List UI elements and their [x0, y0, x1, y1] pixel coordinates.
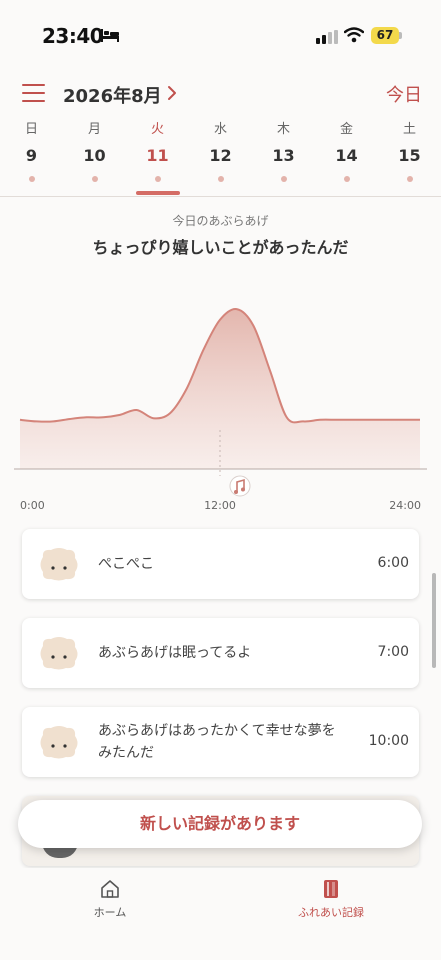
record-dot: [406, 176, 413, 182]
aburaage-avatar-icon: [40, 726, 78, 759]
bed-icon: [101, 29, 119, 42]
weekday-label: 金: [339, 122, 353, 137]
weekday-label: 月: [87, 122, 101, 137]
weekday-label: 火: [150, 122, 164, 137]
mood-chart: 0:00 12:00 24:00: [14, 307, 427, 512]
signal-icon: [316, 30, 338, 44]
today-button[interactable]: 今日: [386, 81, 422, 107]
battery-level: 67: [371, 27, 399, 44]
aburaage-avatar-icon: [40, 548, 78, 581]
tab-records-label: ふれあい記録: [298, 906, 364, 919]
record-time: 6:00: [377, 555, 409, 571]
day-tue[interactable]: 火 11: [126, 118, 189, 182]
battery-cap: [399, 32, 402, 39]
tab-bar: [0, 868, 441, 960]
day-sun[interactable]: 日 9: [0, 118, 63, 182]
record-dot: [217, 176, 224, 182]
date-number: 10: [83, 146, 106, 165]
chart-caption: 今日のあぶらあげ: [172, 214, 269, 228]
tab-records[interactable]: ふれあい記録: [290, 878, 372, 920]
record-dot: [91, 176, 98, 182]
chart-heading: ちょっぴり嬉しいことがあったんだ: [92, 238, 349, 257]
selected-day-indicator: [136, 191, 180, 195]
status-time: 23:40: [42, 24, 104, 48]
record-dot: [28, 176, 35, 182]
day-fri[interactable]: 金 14: [315, 118, 378, 182]
weekday-label: 水: [213, 122, 227, 137]
date-number: 15: [398, 146, 421, 165]
record-text: あぶらあげはあったかくて幸せな夢を みたんだ: [98, 723, 336, 761]
record-card[interactable]: あぶらあげはあったかくて幸せな夢を みたんだ 10:00: [22, 707, 419, 777]
day-sat[interactable]: 土 15: [378, 118, 441, 182]
scrollbar-thumb[interactable]: [432, 573, 436, 668]
menu-icon[interactable]: [22, 84, 46, 102]
date-number: 11: [146, 146, 169, 165]
record-time: 7:00: [377, 644, 409, 660]
chevron-right-icon[interactable]: [165, 84, 179, 102]
weekday-label: 土: [402, 122, 416, 137]
record-dot: [343, 176, 350, 182]
aburaage-avatar-icon: [40, 637, 78, 670]
weekday-label: 日: [24, 122, 38, 137]
date-number: 12: [209, 146, 232, 165]
day-mon[interactable]: 月 10: [63, 118, 126, 182]
record-card[interactable]: あぶらあげは眠ってるよ 7:00: [22, 618, 419, 688]
record-dot: [280, 176, 287, 182]
record-text: あぶらあげは眠ってるよ: [98, 645, 252, 661]
date-number: 14: [335, 146, 358, 165]
record-card[interactable]: ぺこぺこ 6:00: [22, 529, 419, 599]
record-dot: [154, 176, 161, 182]
wifi-icon: [344, 27, 364, 43]
week-strip: 日 9 月 10 火 11 水 12 木 13 金 14 土 15: [0, 118, 441, 197]
home-icon: [101, 880, 119, 898]
weekday-label: 木: [276, 122, 290, 137]
chart-area: [20, 308, 420, 469]
notebook-icon: [324, 880, 338, 898]
record-text: ぺこぺこ: [98, 556, 154, 572]
x-tick-label: 0:00: [20, 499, 45, 512]
tab-home[interactable]: ホーム: [82, 878, 138, 920]
x-tick-label: 24:00: [389, 499, 421, 512]
day-wed[interactable]: 水 12: [189, 118, 252, 182]
new-records-button[interactable]: 新しい記録があります: [18, 800, 422, 848]
music-note-icon[interactable]: [229, 475, 251, 497]
month-title[interactable]: 2026年8月: [63, 82, 162, 108]
tab-home-label: ホーム: [93, 906, 127, 919]
date-number: 13: [272, 146, 295, 165]
status-bar: 23:40 67: [0, 0, 441, 70]
date-number: 9: [25, 146, 38, 165]
x-tick-label: 12:00: [204, 499, 236, 512]
day-thu[interactable]: 木 13: [252, 118, 315, 182]
record-time: 10:00: [368, 733, 409, 749]
